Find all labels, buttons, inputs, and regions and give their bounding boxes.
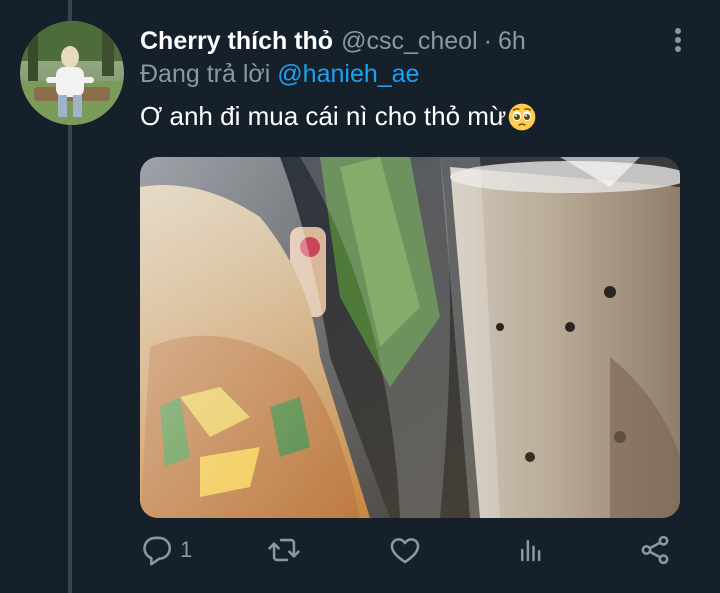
pleading-face-emoji: [508, 103, 536, 130]
reply-to-mention[interactable]: @hanieh_ae: [277, 60, 419, 88]
analytics-icon: [521, 540, 541, 562]
heart-icon: [390, 538, 420, 564]
tweet-header: Cherry thích thỏ @csc_cheol · 6h: [140, 24, 526, 58]
tweet-actions: 1: [140, 530, 680, 570]
retweet-button[interactable]: [266, 530, 302, 570]
avatar-photo: [20, 21, 124, 125]
display-name[interactable]: Cherry thích thỏ: [140, 27, 333, 56]
retweet-icon: [268, 538, 300, 562]
tweet[interactable]: Cherry thích thỏ @csc_cheol · 6h Đang tr…: [0, 0, 720, 593]
tweet-text-content: Ơ anh đi mua cái nì cho thỏ mừ: [140, 101, 507, 131]
replying-to: Đang trả lời @hanieh_ae: [140, 60, 419, 89]
avatar[interactable]: [20, 21, 124, 125]
reply-icon: [143, 536, 172, 566]
reply-prefix: Đang trả lời: [140, 60, 271, 88]
tweet-photo[interactable]: [140, 157, 680, 518]
food-photo-image: [140, 157, 680, 518]
timestamp[interactable]: 6h: [498, 27, 526, 56]
user-handle[interactable]: @csc_cheol: [341, 27, 478, 56]
analytics-button[interactable]: [516, 530, 546, 570]
like-button[interactable]: [388, 530, 422, 570]
reply-count: 1: [180, 537, 193, 562]
reply-button[interactable]: 1: [140, 530, 192, 570]
tweet-text: Ơ anh đi mua cái nì cho thỏ mừ: [140, 101, 537, 132]
share-button[interactable]: [638, 530, 672, 570]
separator: ·: [483, 26, 492, 55]
share-icon: [641, 535, 669, 565]
more-options-icon[interactable]: [664, 26, 692, 54]
